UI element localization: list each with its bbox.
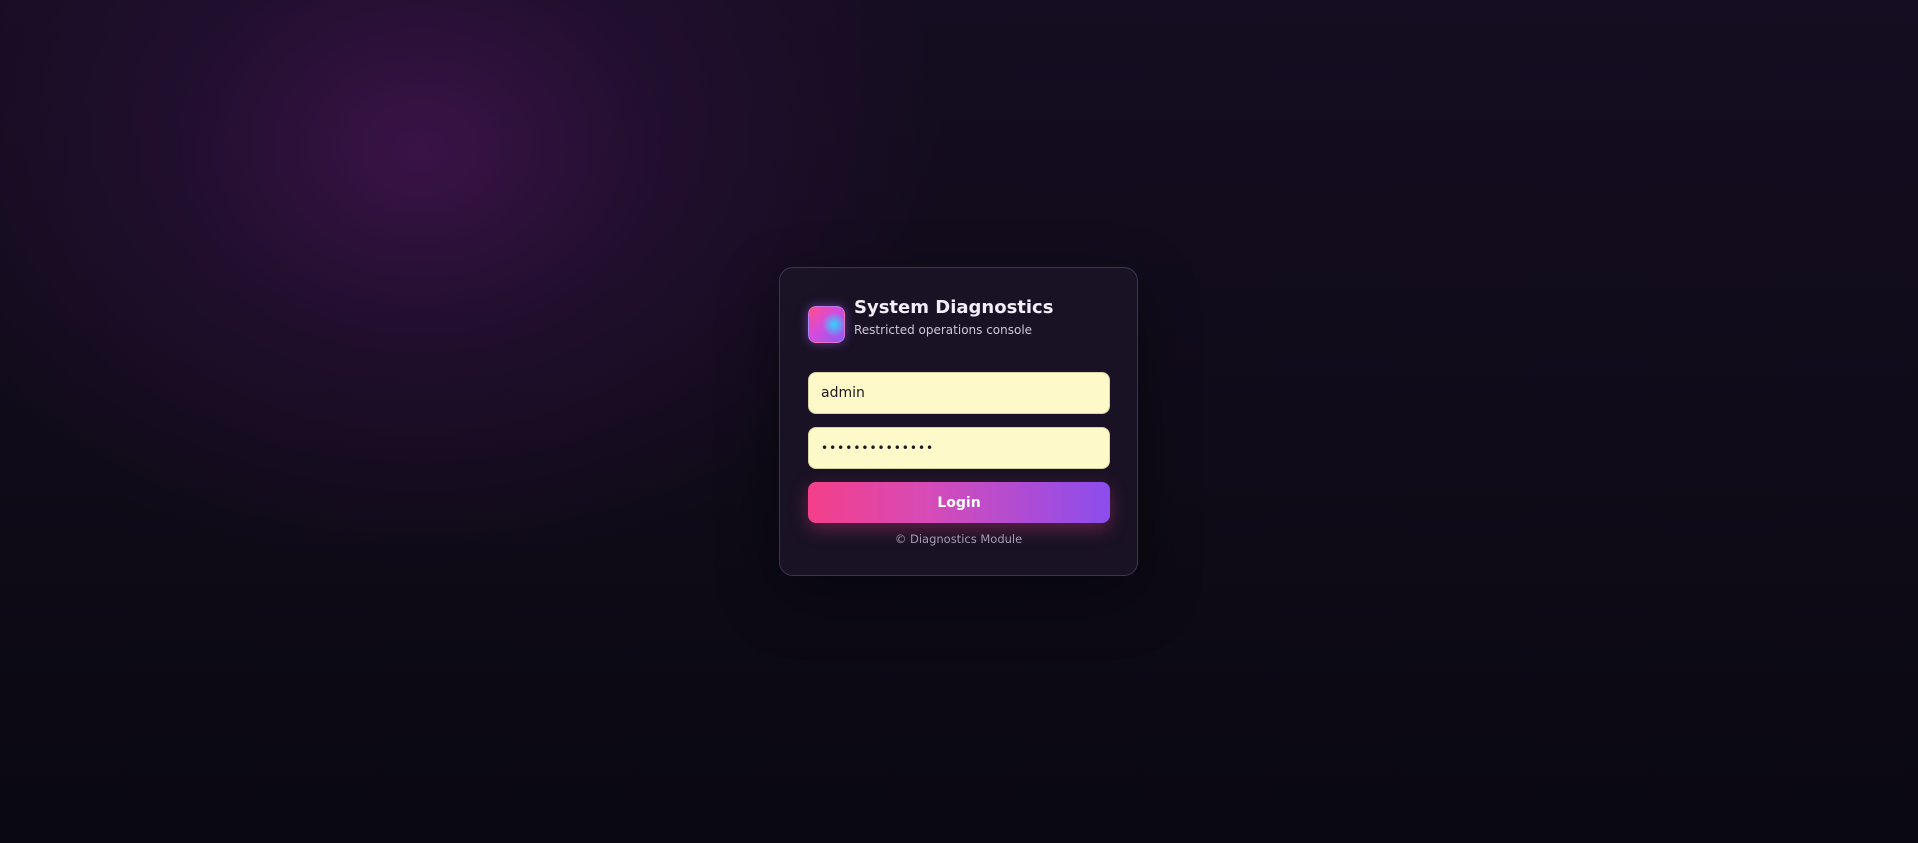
login-button[interactable]: Login [808,482,1110,523]
app-subtitle: Restricted operations console [854,323,1033,337]
brand-titles: System Diagnostics Restricted operations… [854,296,1053,338]
login-page: System Diagnostics Restricted operations… [0,0,1918,843]
username-input[interactable] [808,372,1110,414]
app-logo-icon [808,306,845,343]
app-title: System Diagnostics [854,297,1054,318]
login-card: System Diagnostics Restricted operations… [779,267,1138,576]
footer-copyright: © Diagnostics Module [894,532,1023,546]
password-input[interactable] [808,427,1110,469]
brand-header: System Diagnostics Restricted operations… [808,296,1053,343]
